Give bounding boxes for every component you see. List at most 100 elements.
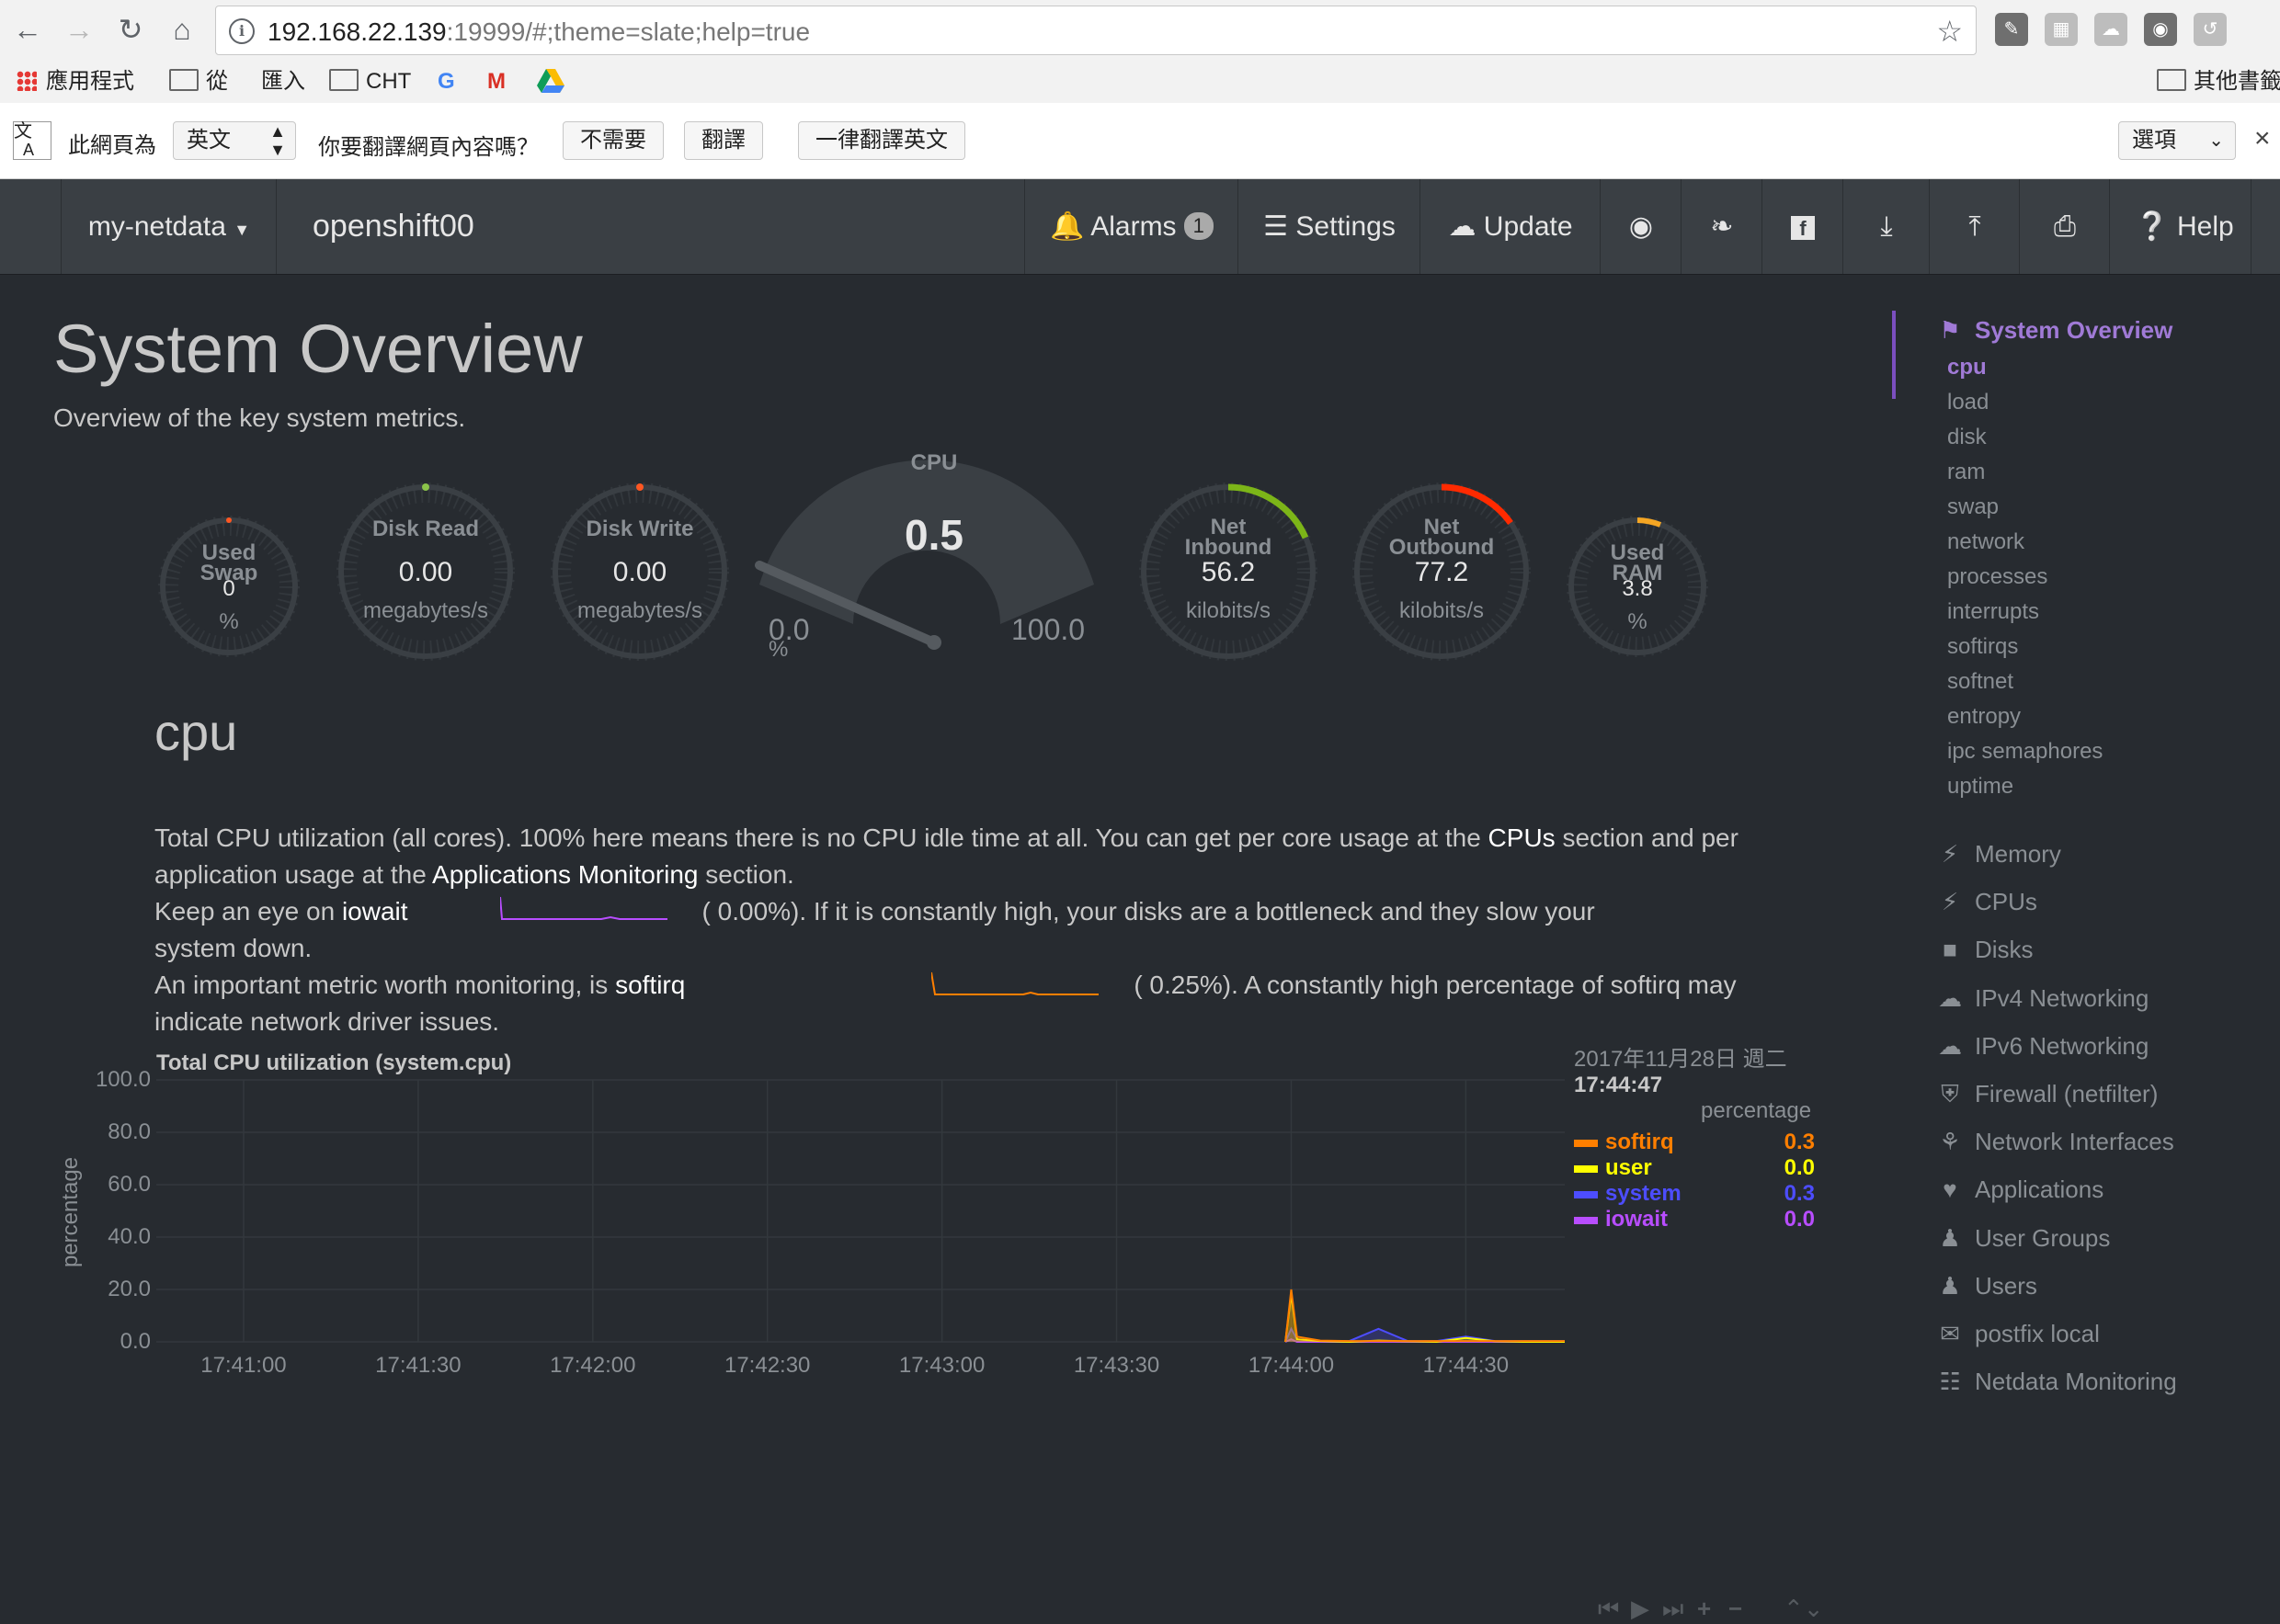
back-arrow-icon[interactable]: ← xyxy=(9,11,46,48)
sidebar-item-system-overview[interactable]: ⚑ System Overview xyxy=(1938,316,2172,345)
alarms-button[interactable]: 🔔 Alarms 1 xyxy=(1026,179,1237,274)
sidebar-item-netdata-monitoring[interactable]: ☷ Netdata Monitoring xyxy=(1938,1368,2176,1396)
sidebar-subitem-entropy[interactable]: entropy xyxy=(1947,704,2021,730)
reload-icon[interactable]: ↻ xyxy=(112,11,149,48)
users-icon: ♟ xyxy=(1939,1223,1961,1252)
options-select[interactable]: 選項 ⌄ xyxy=(2118,121,2236,160)
close-icon[interactable]: × xyxy=(2254,123,2271,154)
sidebar-item-memory[interactable]: ⚡ Memory xyxy=(1938,840,2061,869)
sidebar-subitem-interrupts[interactable]: interrupts xyxy=(1947,599,2039,625)
sidebar-item-ipv6-networking[interactable]: ☁ IPv6 Networking xyxy=(1938,1032,2149,1061)
sidebar-item-disks[interactable]: ■ Disks xyxy=(1938,936,2033,964)
sidebar-subitem-cpu[interactable]: cpu xyxy=(1947,355,1987,380)
bookmark-star-icon[interactable]: ☆ xyxy=(1936,14,1963,49)
cpu-chart[interactable] xyxy=(0,275,1894,1403)
legend-row-iowait[interactable]: iowait 0.0 xyxy=(1574,1207,1815,1232)
apps-grid-icon xyxy=(17,71,37,91)
x-tick-label: 17:41:00 xyxy=(200,1353,287,1378)
sidebar-subitem-ram[interactable]: ram xyxy=(1947,460,1985,485)
google-icon[interactable]: G xyxy=(438,67,455,97)
translate-bar: 文A 此網頁為 英文 ▲ ▼ 你要翻譯網頁內容嗎？ 不需要 翻譯 一律翻譯英文 選項… xyxy=(0,103,2280,179)
download-icon[interactable]: ⤓ xyxy=(1844,179,1929,274)
extension-icon[interactable]: ▦ xyxy=(2045,13,2078,46)
sidebar-item-network-interfaces[interactable]: ⚘ Network Interfaces xyxy=(1938,1128,2173,1156)
updown-icon: ▲ ▼ xyxy=(269,122,286,159)
bookmark-other-folder[interactable]: 其他書籤 xyxy=(2157,67,2280,97)
twitter-icon[interactable]: ❧ xyxy=(1682,179,1761,274)
sidebar-subitem-softirqs[interactable]: softirqs xyxy=(1947,634,2018,660)
translate-icon: 文A xyxy=(13,121,51,160)
legend-swatch xyxy=(1574,1191,1598,1198)
shield-icon: ⛨ xyxy=(1941,1080,1959,1107)
play-icon[interactable]: ▶ xyxy=(1631,1595,1649,1623)
y-tick-label: 40.0 xyxy=(108,1224,151,1249)
chevron-down-icon: ⌄ xyxy=(2208,131,2224,151)
legend-series-name: system xyxy=(1605,1181,1682,1206)
bookmark-folder[interactable]: 從 xyxy=(169,67,228,97)
series-line-softirq xyxy=(1284,1289,1565,1343)
x-tick-label: 17:43:00 xyxy=(898,1353,986,1378)
sidebar-item-applications[interactable]: ♥ Applications xyxy=(1938,1175,2103,1204)
extension-icon[interactable]: ◉ xyxy=(2144,13,2177,46)
extension-icon[interactable]: ☁ xyxy=(2094,13,2127,46)
legend-row-system[interactable]: system 0.3 xyxy=(1574,1181,1815,1207)
sidebar-subitem-disk[interactable]: disk xyxy=(1947,425,1987,450)
sidebar-subitem-processes[interactable]: processes xyxy=(1947,564,2047,590)
legend-row-user[interactable]: user 0.0 xyxy=(1574,1155,1815,1181)
sidebar-subitem-ipc-semaphores[interactable]: ipc semaphores xyxy=(1947,739,2103,765)
print-icon[interactable]: ⎙ xyxy=(2021,179,2109,274)
sidebar-subitem-swap[interactable]: swap xyxy=(1947,494,1999,520)
update-button[interactable]: ☁ Update xyxy=(1421,179,1600,274)
pan-left-icon[interactable]: ⏮ xyxy=(1598,1595,1619,1624)
y-tick-label: 0.0 xyxy=(120,1329,151,1354)
sidebar-item-ipv4-networking[interactable]: ☁ IPv4 Networking xyxy=(1938,984,2149,1013)
help-button[interactable]: ❔ Help xyxy=(2111,179,2258,274)
zoom-in-icon[interactable]: + xyxy=(1697,1595,1711,1623)
folder-icon: ■ xyxy=(1943,936,1957,964)
resize-icon[interactable]: ⌃⌄ xyxy=(1784,1595,1824,1623)
always-translate-button[interactable]: 一律翻譯英文 xyxy=(798,121,965,160)
main-content: System Overview Overview of the key syst… xyxy=(0,275,1894,1622)
url-text[interactable]: 192.168.22.139:19999/#;theme=slate;help=… xyxy=(268,17,810,47)
drive-icon[interactable] xyxy=(537,67,564,97)
sidebar-subitem-uptime[interactable]: uptime xyxy=(1947,774,2013,800)
sliders-icon: ☰ xyxy=(1263,211,1289,242)
host-menu-button[interactable]: my-netdata ▼ xyxy=(63,179,276,274)
legend-row-softirq[interactable]: softirq 0.3 xyxy=(1574,1130,1815,1155)
no-thanks-button[interactable]: 不需要 xyxy=(563,121,664,160)
series-area-user xyxy=(1285,1294,1565,1342)
info-icon[interactable]: i xyxy=(229,18,255,44)
translate-button[interactable]: 翻譯 xyxy=(684,121,763,160)
pan-right-icon[interactable]: ⏭ xyxy=(1662,1595,1683,1624)
hostname-title[interactable]: openshift00 xyxy=(313,179,474,274)
bookmark-apps[interactable]: 應用程式 xyxy=(17,67,134,97)
sidebar-subitem-network[interactable]: network xyxy=(1947,529,2024,555)
sidebar-subitem-softnet[interactable]: softnet xyxy=(1947,669,2013,695)
legend-unit: percentage xyxy=(1701,1098,1812,1123)
upload-icon[interactable]: ⤒ xyxy=(1931,179,2019,274)
home-icon[interactable]: ⌂ xyxy=(164,11,200,48)
browser-toolbar: ← → ↻ ⌂ i 192.168.22.139:19999/#;theme=s… xyxy=(0,0,2280,61)
legend-series-value: 0.0 xyxy=(1784,1207,1815,1232)
language-select[interactable]: 英文 ▲ ▼ xyxy=(173,121,296,160)
gmail-icon[interactable]: M xyxy=(487,67,506,97)
history-icon[interactable]: ↺ xyxy=(2194,13,2227,46)
forward-arrow-icon[interactable]: → xyxy=(61,11,97,48)
right-sidebar: ⚑ System Overview cpu load disk ram swap netwo… xyxy=(1892,303,2278,1403)
sidebar-item-firewall-netfilter[interactable]: ⛨ Firewall (netfilter) xyxy=(1938,1080,2158,1109)
extension-icon[interactable]: ✎ xyxy=(1995,13,2028,46)
github-icon[interactable]: ◉ xyxy=(1602,179,1681,274)
sidebar-item-user-groups[interactable]: ♟ User Groups xyxy=(1938,1224,2110,1253)
sidebar-item-postfix-local[interactable]: ✉ postfix local xyxy=(1938,1320,2100,1348)
address-bar[interactable]: i 192.168.22.139:19999/#;theme=slate;hel… xyxy=(215,6,1977,55)
zoom-out-icon[interactable]: − xyxy=(1728,1595,1742,1623)
facebook-icon[interactable]: f xyxy=(1763,179,1842,274)
sidebar-item-users[interactable]: ♟ Users xyxy=(1938,1272,2037,1300)
bookmark-folder-cht[interactable]: CHT xyxy=(329,67,411,97)
legend-series-value: 0.3 xyxy=(1784,1130,1815,1154)
bookmark-import[interactable]: 匯入 xyxy=(261,67,305,97)
settings-button[interactable]: ☰ Settings xyxy=(1239,179,1419,274)
cloud-icon: ☁ xyxy=(1938,1031,1962,1060)
sidebar-item-cpus[interactable]: ⚡ CPUs xyxy=(1938,888,2037,916)
sidebar-subitem-load[interactable]: load xyxy=(1947,390,1989,415)
